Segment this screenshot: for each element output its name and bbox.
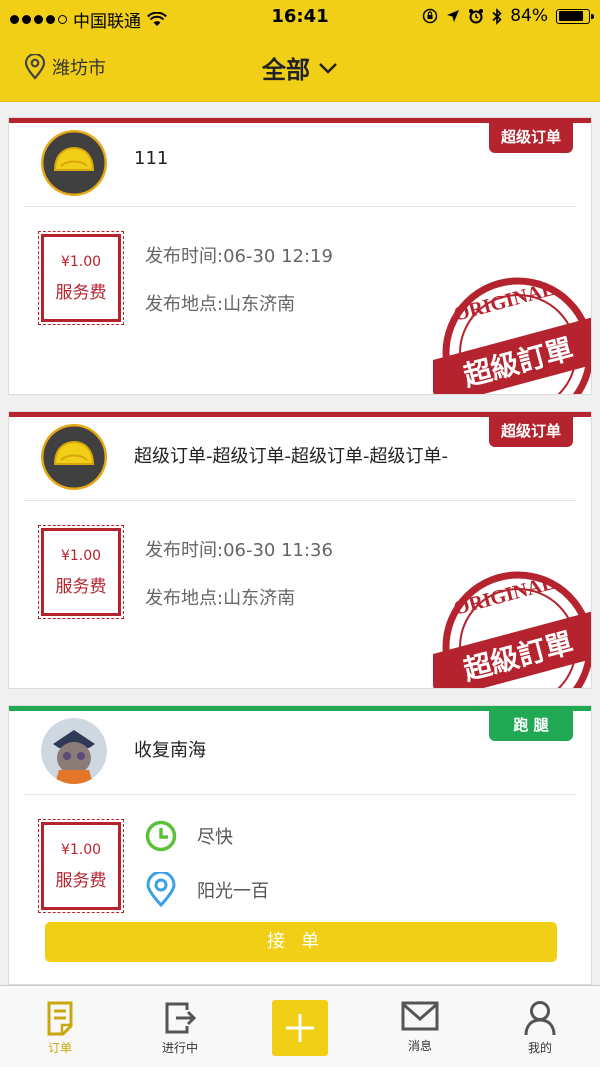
order-feed[interactable]: 超级订单 111 ¥1.00 服务费 发布时间:06-30 12:19 发布地点…	[0, 103, 600, 985]
divider	[23, 794, 577, 795]
clock-icon	[145, 820, 177, 852]
fee-value: ¥1.00	[60, 253, 102, 270]
place-text: 阳光一百	[197, 881, 269, 902]
bluetooth-icon	[492, 7, 502, 25]
order-title: 111	[134, 148, 169, 169]
service-fee-badge: ¥1.00 服务费	[38, 819, 124, 913]
publish-time: 发布时间:06-30 12:19	[145, 246, 333, 267]
tab-in-progress[interactable]: 进行中	[140, 1000, 220, 1056]
order-type-tag: 超级订单	[489, 123, 573, 153]
category-dropdown[interactable]: 全部	[0, 50, 600, 85]
add-order-button[interactable]	[272, 1000, 328, 1056]
order-card[interactable]: 跑 腿 收复南海 ¥1.00 服务费 尽快 阳光一百 接单	[8, 705, 592, 985]
fee-label: 服务费	[55, 870, 107, 891]
publish-location: 发布地点:山东济南	[145, 294, 296, 315]
original-stamp-icon: ORIGINAL 超級訂單	[433, 571, 591, 688]
order-title: 超级订单-超级订单-超级订单-超级订单-	[134, 446, 448, 467]
avatar	[41, 424, 107, 490]
accept-order-button[interactable]: 接单	[45, 922, 557, 962]
order-card[interactable]: 超级订单 111 ¥1.00 服务费 发布时间:06-30 12:19 发布地点…	[8, 117, 592, 395]
location-arrow-icon	[447, 10, 460, 22]
nav-bar: 潍坊市 全部	[0, 36, 600, 102]
place-row: 阳光一百	[145, 872, 269, 908]
tab-bar: 订单 进行中 消息 我的	[0, 985, 600, 1067]
order-type-tag: 跑 腿	[489, 711, 573, 741]
divider	[23, 500, 577, 501]
status-bar: 中国联通 16:41 84%	[0, 0, 600, 36]
battery-fill	[558, 11, 583, 21]
alarm-icon	[469, 9, 484, 24]
rotation-lock-icon	[422, 8, 438, 24]
tab-orders[interactable]: 订单	[20, 1000, 100, 1056]
fee-label: 服务费	[55, 282, 107, 303]
time-row: 尽快	[145, 820, 233, 852]
divider	[23, 206, 577, 207]
tab-label: 消息	[407, 1039, 432, 1053]
person-icon	[524, 1001, 556, 1036]
order-title: 收复南海	[134, 740, 206, 761]
time-text: 尽快	[197, 827, 233, 848]
order-type-tag: 超级订单	[489, 417, 573, 447]
tab-label: 我的	[527, 1041, 552, 1055]
tab-messages[interactable]: 消息	[380, 1000, 460, 1054]
battery-percent: 84%	[510, 6, 548, 26]
battery-icon	[556, 8, 594, 24]
publish-location: 发布地点:山东济南	[145, 588, 296, 609]
fee-value: ¥1.00	[60, 841, 102, 858]
category-title: 全部	[262, 56, 310, 84]
status-right: 84%	[422, 6, 594, 26]
avatar	[41, 718, 107, 784]
tab-profile[interactable]: 我的	[500, 1000, 580, 1056]
exit-box-icon	[165, 1002, 197, 1034]
publish-time: 发布时间:06-30 11:36	[145, 540, 333, 561]
location-pin-icon	[146, 872, 176, 908]
original-stamp-icon: ORIGINAL 超級訂單	[433, 277, 591, 394]
tab-label: 进行中	[161, 1041, 198, 1055]
order-doc-icon	[47, 1001, 73, 1036]
avatar	[41, 130, 107, 196]
tab-label: 订单	[47, 1041, 72, 1055]
mail-icon	[401, 1001, 439, 1031]
fee-label: 服务费	[55, 576, 107, 597]
plus-icon	[286, 1014, 314, 1042]
order-card[interactable]: 超级订单 超级订单-超级订单-超级订单-超级订单- ¥1.00 服务费 发布时间…	[8, 411, 592, 689]
service-fee-badge: ¥1.00 服务费	[38, 525, 124, 619]
chevron-down-icon	[319, 62, 337, 74]
service-fee-badge: ¥1.00 服务费	[38, 231, 124, 325]
fee-value: ¥1.00	[60, 547, 102, 564]
